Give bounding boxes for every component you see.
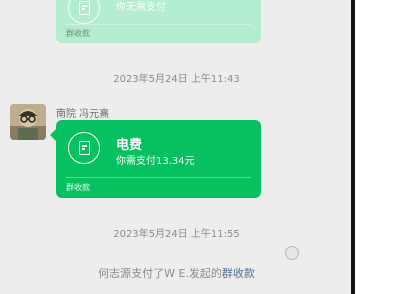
prev-payment-card[interactable]: 你无需支付 群收款 [56,0,261,43]
system-message: 何志源支付了W E.发起的群收款 [0,265,353,281]
select-circle-icon[interactable] [285,246,299,260]
payment-card-subtitle: 你需支付13.34元 [116,156,195,167]
system-message-text: 何志源支付了W E.发起的 [98,267,222,280]
group-collection-link[interactable]: 群收款 [222,267,255,280]
right-panel [355,0,393,294]
payment-card[interactable]: 电费 你需支付13.34元 群收款 [56,120,261,198]
sender-name: 南院 冯元熹 [56,109,110,120]
timestamp: 2023年5月24日 上午11:43 [113,74,240,85]
payment-card-footer: 群收款 [66,183,90,192]
payment-card-title: 电费 [116,138,143,153]
avatar[interactable] [10,104,46,140]
document-icon [68,0,100,24]
document-icon [68,132,100,164]
timestamp: 2023年5月24日 上午11:55 [113,229,240,240]
prev-card-subtitle: 你无需支付 [116,2,166,13]
prev-card-footer: 群收款 [66,29,90,38]
